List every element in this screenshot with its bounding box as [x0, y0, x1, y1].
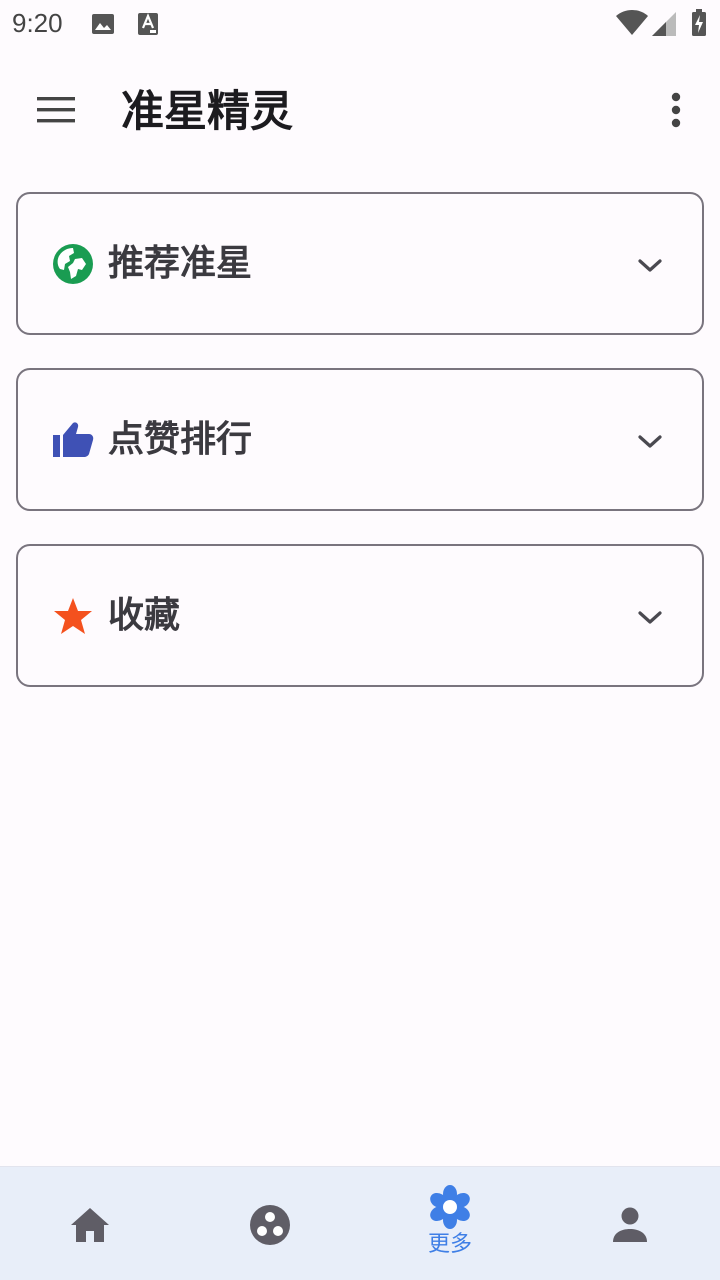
nav-item-home[interactable] — [0, 1167, 180, 1280]
chevron-down-icon[interactable] — [632, 424, 668, 460]
text-a-icon — [137, 12, 159, 40]
star-icon — [52, 595, 94, 637]
card-label: 收藏 — [108, 595, 181, 636]
card-favorites[interactable]: 收藏 — [16, 544, 704, 687]
card-recommended[interactable]: 推荐准星 — [16, 192, 704, 335]
nav-item-discover[interactable] — [180, 1167, 360, 1280]
card-likes-ranking[interactable]: 点赞排行 — [16, 368, 704, 511]
overflow-menu-button[interactable] — [650, 84, 702, 140]
nav-item-more[interactable]: 更多 — [360, 1167, 540, 1280]
app-title: 准星精灵 — [121, 87, 293, 137]
chevron-down-icon[interactable] — [632, 600, 668, 636]
card-label: 点赞排行 — [108, 419, 253, 460]
app-bar: 准星精灵 — [0, 62, 720, 162]
thumb-up-icon — [52, 419, 94, 461]
wifi-icon — [616, 10, 648, 40]
person-icon — [608, 1203, 652, 1247]
menu-icon — [36, 94, 76, 130]
more-vert-icon — [670, 92, 682, 132]
battery-charging-icon — [691, 9, 707, 41]
globe-icon — [52, 243, 94, 285]
screen: 9:20 准星精灵 推荐准星 点赞排行 收藏 更多 — [0, 0, 720, 1280]
nav-label-more: 更多 — [427, 1232, 472, 1257]
circles-icon — [248, 1203, 292, 1247]
image-icon — [91, 12, 115, 40]
status-bar: 9:20 — [0, 0, 720, 48]
flower-icon — [428, 1185, 472, 1229]
chevron-down-icon[interactable] — [632, 248, 668, 284]
home-icon — [68, 1203, 112, 1247]
nav-item-profile[interactable] — [540, 1167, 720, 1280]
bottom-navigation: 更多 — [0, 1166, 720, 1280]
card-label: 推荐准星 — [108, 243, 253, 284]
menu-button[interactable] — [28, 84, 84, 140]
status-time: 9:20 — [12, 8, 63, 38]
signal-icon — [652, 12, 678, 40]
